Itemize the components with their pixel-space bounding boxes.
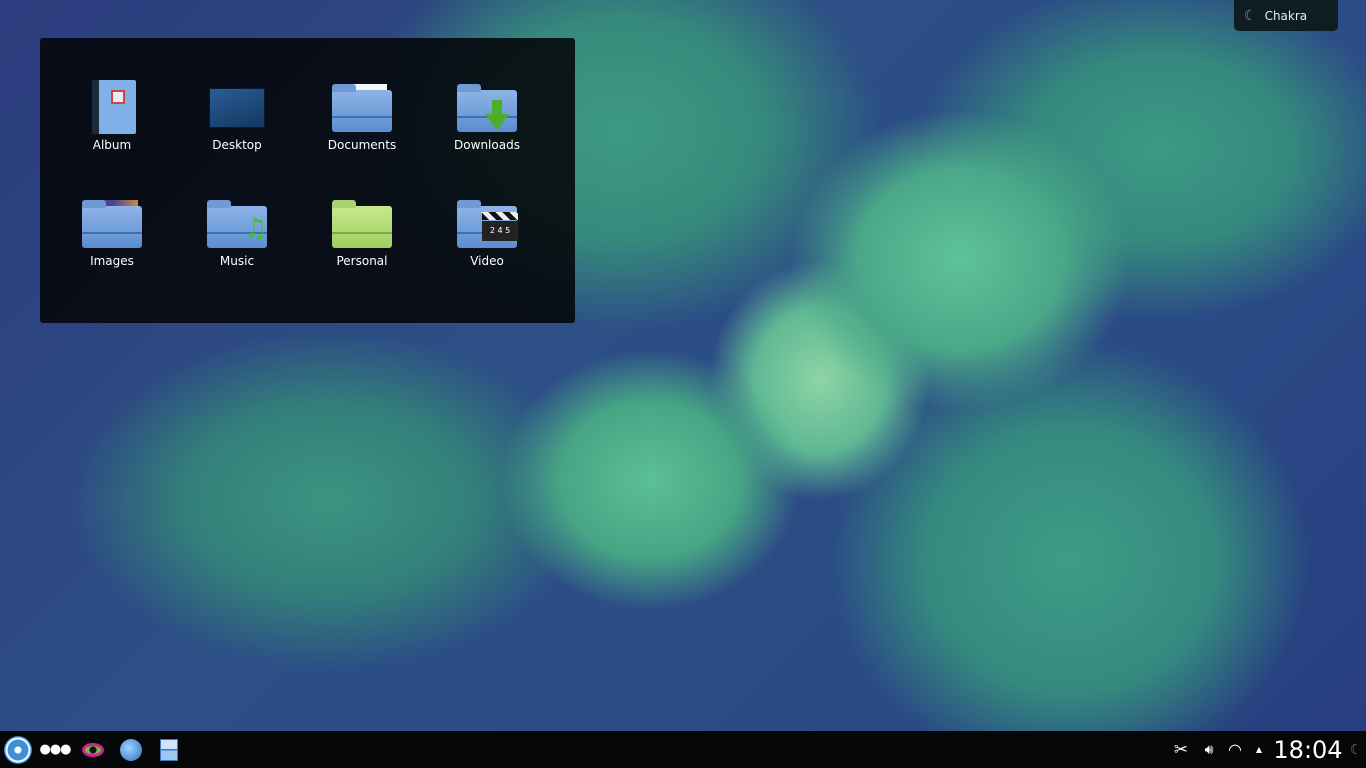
chakra-logo-icon: ☾ — [1244, 7, 1257, 24]
album-icon — [81, 78, 143, 134]
folder-view-widget: Album Desktop Documents Downloads Images… — [40, 38, 575, 323]
taskbar-app-file-manager[interactable] — [150, 731, 188, 768]
folder-music[interactable]: ♫ Music — [182, 194, 292, 268]
more-apps-button[interactable]: ●●● — [36, 731, 74, 768]
eye-app-icon — [82, 742, 104, 757]
klipper-scissors-icon[interactable]: ✂ — [1166, 731, 1196, 768]
folder-music-icon: ♫ — [206, 194, 268, 250]
chakra-launcher-icon — [4, 735, 32, 764]
folder-video[interactable]: 2 4 5 Video — [432, 194, 542, 268]
folder-video-icon: 2 4 5 — [456, 194, 518, 250]
clock[interactable]: 18:04 — [1270, 731, 1346, 768]
folder-downloads[interactable]: Downloads — [432, 78, 542, 152]
system-tray-expand-icon[interactable]: ▲ — [1248, 731, 1270, 768]
desktop-toolbox-icon[interactable]: ☾ — [1346, 731, 1366, 768]
folder-images-icon — [81, 194, 143, 250]
file-cabinet-icon — [160, 738, 178, 761]
activity-switcher[interactable]: ☾ Chakra — [1234, 0, 1338, 31]
wifi-icon[interactable]: ◠ — [1222, 731, 1248, 768]
folder-download-icon — [456, 78, 518, 134]
folder-album[interactable]: Album — [57, 78, 167, 152]
dolphin-icon — [120, 738, 142, 761]
taskbar-app-eye[interactable] — [74, 731, 112, 768]
folder-icon — [331, 78, 393, 134]
desktop-icon — [206, 78, 268, 134]
application-launcher-button[interactable] — [0, 731, 36, 768]
folder-images[interactable]: Images — [57, 194, 167, 268]
activity-label: Chakra — [1264, 8, 1308, 23]
taskbar-app-dolphin[interactable] — [112, 731, 150, 768]
folder-personal[interactable]: Personal — [307, 194, 417, 268]
volume-icon[interactable]: 🔊︎ — [1196, 731, 1222, 768]
taskbar: ●●● ✂ 🔊︎ ◠ ▲ 18:04 ☾ — [0, 731, 1366, 768]
folder-desktop[interactable]: Desktop — [182, 78, 292, 152]
folder-personal-icon — [331, 194, 393, 250]
folder-documents[interactable]: Documents — [307, 78, 417, 152]
